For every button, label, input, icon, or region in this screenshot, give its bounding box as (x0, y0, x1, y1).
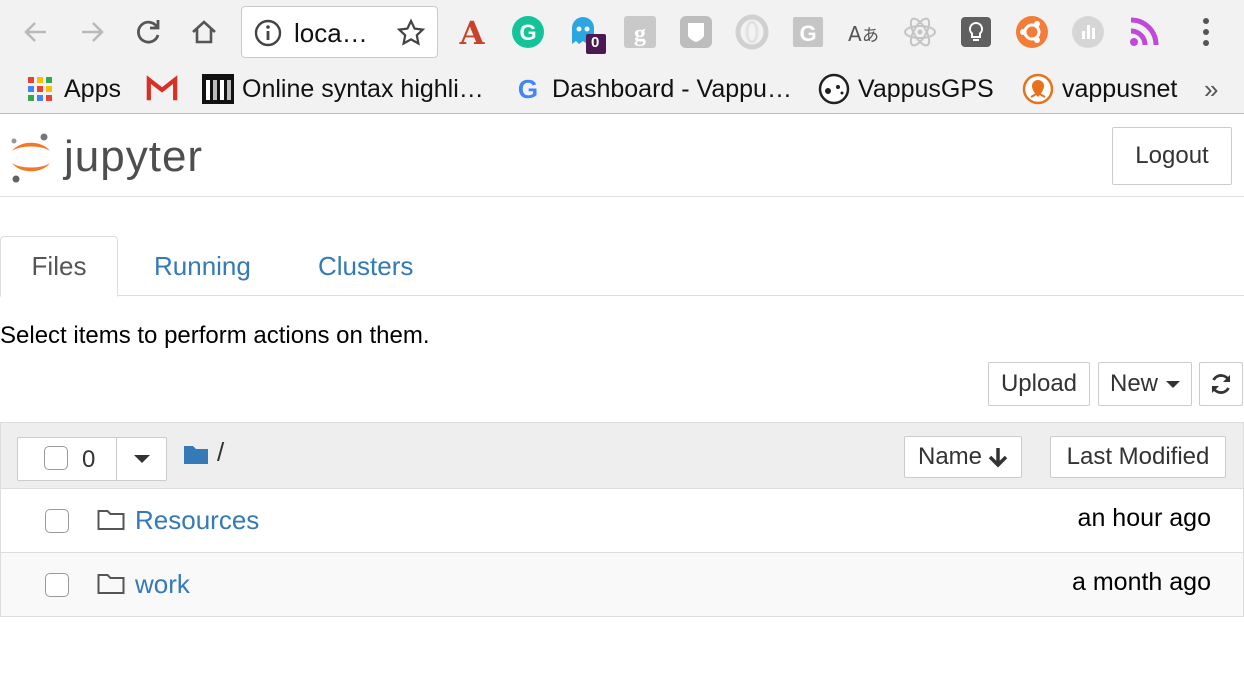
forward-button[interactable] (72, 12, 112, 52)
ghostery-badge: 0 (591, 34, 600, 51)
folder-outline-icon (97, 574, 125, 594)
g-ext-icon[interactable]: G (790, 14, 826, 50)
address-bar[interactable]: loca… (241, 6, 438, 58)
new-label: New (1109, 370, 1158, 397)
item-name-link[interactable]: Resources (135, 505, 259, 536)
item-modified: a month ago (1072, 568, 1211, 596)
list-item[interactable]: work a month ago (0, 553, 1244, 617)
folder-icon[interactable] (183, 443, 209, 465)
svg-text:あ: あ (862, 26, 879, 46)
tab-files[interactable]: Files (0, 236, 118, 297)
svg-text:A: A (459, 14, 486, 50)
bulb-ext-icon[interactable] (958, 14, 994, 50)
sort-last-modified-button[interactable]: Last Modified (1050, 436, 1226, 478)
back-button[interactable] (16, 12, 56, 52)
upload-button[interactable]: Upload (988, 362, 1090, 406)
shield-ext-icon[interactable] (678, 14, 714, 50)
folder-outline-icon (97, 510, 125, 530)
back-arrow-icon (24, 22, 46, 42)
selected-count: 0 (82, 446, 96, 473)
select-all-checkbox[interactable] (44, 446, 68, 470)
breadcrumb-root[interactable]: / (217, 437, 224, 468)
react-devtools-icon[interactable] (902, 14, 938, 50)
sort-name-label: Name (917, 443, 983, 470)
more-vert-icon (1203, 18, 1209, 46)
gps-icon (818, 73, 850, 105)
logout-button[interactable]: Logout (1112, 127, 1232, 185)
jupyter-header: jupyter Logout (0, 115, 1244, 197)
syntax-highlight-icon (202, 73, 234, 105)
gmail-icon (146, 73, 178, 105)
bookmark-label: Online syntax highli… (242, 74, 484, 103)
font-a-icon[interactable]: A (454, 14, 490, 52)
forward-arrow-icon (82, 22, 104, 42)
translate-icon[interactable]: Aあ (846, 14, 882, 50)
logo-text: jupyter (64, 132, 204, 181)
caret-down-icon (134, 455, 150, 463)
google-plus-icon[interactable]: g (622, 14, 658, 50)
list-item[interactable]: Resources an hour ago (0, 489, 1244, 553)
item-modified: an hour ago (1077, 504, 1211, 532)
bookmark-vappusgps[interactable]: VappusGPS (818, 72, 994, 106)
svg-text:g: g (634, 21, 646, 47)
browser-menu-button[interactable] (1190, 14, 1222, 50)
bookmark-label: Apps (64, 74, 121, 103)
bookmark-label: Dashboard - Vappu… (552, 74, 792, 103)
tab-clusters[interactable]: Clusters (286, 236, 445, 296)
ubuntu-ext-icon[interactable] (1014, 14, 1050, 50)
file-list-header: 0 / Name Last Modified (0, 422, 1244, 489)
google-icon: G (512, 73, 544, 105)
svg-text:G: G (799, 21, 816, 46)
select-menu-dropdown[interactable] (117, 438, 167, 480)
address-text: loca… (294, 18, 368, 48)
item-checkbox[interactable] (45, 509, 69, 533)
item-checkbox[interactable] (45, 573, 69, 597)
apps-grid-icon (24, 73, 56, 105)
vappusnet-icon (1022, 73, 1054, 105)
home-icon (192, 20, 216, 44)
bookmark-star-icon[interactable] (396, 18, 426, 48)
refresh-button[interactable] (1199, 362, 1243, 406)
reload-button[interactable] (128, 12, 168, 52)
reload-icon (137, 20, 160, 44)
caret-down-icon (1166, 380, 1180, 388)
new-dropdown-button[interactable]: New (1098, 362, 1192, 406)
svg-text:G: G (519, 20, 536, 45)
svg-text:A: A (848, 22, 862, 46)
refresh-icon (1211, 374, 1231, 394)
arrow-down-icon (988, 448, 1008, 468)
browser-toolbar: loca… A G 0 g G Aあ (0, 0, 1244, 64)
opera-ext-icon[interactable] (734, 14, 770, 50)
grammarly-icon[interactable]: G (510, 14, 546, 50)
sort-name-button[interactable]: Name (904, 436, 1022, 478)
bookmark-label: vappusnet (1062, 74, 1178, 103)
bookmark-gmail[interactable] (146, 72, 186, 106)
bookmark-apps[interactable]: Apps (24, 72, 121, 106)
svg-text:G: G (518, 75, 538, 103)
jupyter-logo-icon (11, 133, 50, 183)
bookmark-online-syntax[interactable]: Online syntax highli… (202, 72, 484, 106)
bookmark-label: VappusGPS (858, 74, 994, 103)
analytics-ext-icon[interactable] (1070, 14, 1106, 50)
bookmark-dashboard[interactable]: G Dashboard - Vappu… (512, 72, 792, 106)
rss-icon[interactable] (1126, 14, 1162, 50)
jupyter-logo[interactable]: jupyter (8, 127, 203, 187)
selection-hint: Select items to perform actions on them. (0, 322, 430, 349)
more-bookmarks-chevron[interactable]: » (1204, 74, 1218, 105)
item-name-link[interactable]: work (135, 569, 190, 600)
bookmark-vappusnet[interactable]: vappusnet (1022, 72, 1177, 106)
select-all-group: 0 (17, 437, 167, 481)
home-button[interactable] (184, 12, 224, 52)
tab-bar: Files Running Clusters (0, 236, 1244, 297)
tab-running[interactable]: Running (122, 236, 283, 296)
info-icon (254, 19, 282, 47)
ghostery-icon[interactable]: 0 (566, 14, 606, 54)
bookmarks-bar: Apps Online syntax highli… G Dashboard -… (0, 64, 1244, 114)
